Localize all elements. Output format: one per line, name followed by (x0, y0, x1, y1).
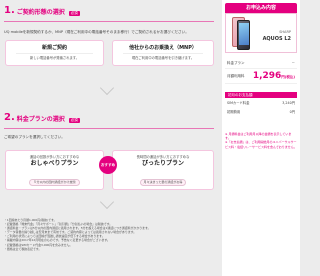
section1-required-badge: 必須 (68, 11, 80, 16)
summary-row-monthly: 月額利用料 1,296円(税込) (225, 69, 297, 84)
oshaberi-feature: ５分以内の国内通話がかけ放題 (29, 179, 80, 186)
chevron-down-icon (96, 200, 120, 208)
summary-notes: ※ 月額料金はご利用月以降の金額を表示しています。 ※「お支払額」は、ご利用開始… (225, 132, 297, 149)
monthly-price: 1,296円(税込) (252, 71, 295, 81)
notes-list: ・1回線あたり月額1,000円(税抜)です。 ・記載価格「端末代金」「月々サポー… (4, 218, 216, 251)
payment-line: 初期費用 0円 (227, 109, 295, 114)
recommend-badge: おすすめ (99, 156, 117, 174)
initial-payment-bar: 初月のお支払額 (225, 92, 297, 98)
order-summary-panel: お申込み内容 SHARP AQUOS L2 料金プラン － 月額利用料 1,29… (222, 0, 300, 276)
section1-title: ご契約形態の選択 (16, 9, 65, 16)
monthly-label: 月額利用料 (227, 73, 245, 78)
new-contract-title: 新規ご契約 (41, 45, 67, 51)
section2-divider (4, 128, 214, 129)
payment-line: SIMカード料金 3,240円 (227, 101, 295, 105)
phone-image (232, 17, 250, 50)
mnp-option[interactable]: 他社からのお乗換え（MNP） 現在ご利用中の電話番号を引き継げます。 (112, 40, 214, 66)
plan-value: － (291, 61, 296, 65)
summary-header: お申込み内容 (225, 3, 297, 13)
section1-divider (4, 21, 214, 22)
section1-header: 1. ご契約形態の選択 必須 (4, 6, 80, 16)
device-model: AQUOS L2 (262, 36, 291, 42)
section2-header: 2. 料金プランの選択 必須 (4, 113, 80, 123)
plan-option-oshaberi[interactable]: 通話の回数が多い方におすすめな おしゃべりプラン ５分以内の国内通話がかけ放題 (5, 150, 104, 190)
main-content: 1. ご契約形態の選択 必須 UQ mobileを新規契約するか、MNP（現在ご… (0, 0, 217, 276)
device-box: SHARP AQUOS L2 (225, 13, 297, 53)
section2-required-badge: 必須 (68, 118, 80, 123)
section2-description: ご希望のプランを選択してください。 (4, 135, 65, 139)
section2-title: 料金プランの選択 (16, 116, 65, 123)
plan-label: 料金プラン (227, 61, 245, 65)
note-item: ・価格は全て税抜表記です。 (4, 246, 42, 251)
new-contract-subtitle: 新しい電話番号が発番されます。 (29, 56, 80, 60)
section1-number: 1. (4, 5, 15, 16)
mnp-subtitle: 現在ご利用中の電話番号を引き継げます。 (131, 56, 195, 60)
section1-description: UQ mobileを新規契約するか、MNP（現在ご利用中の電話番号そのまま移行）… (4, 30, 189, 34)
pittari-feature: 月々決まった量の通話がお得 (139, 179, 187, 186)
plan-option-pittari[interactable]: 長時間の通話が多い方におすすめな ぴったりプラン 月々決まった量の通話がお得 (112, 150, 214, 190)
pittari-plan-name: ぴったりプラン (141, 160, 184, 167)
mnp-title: 他社からのお乗換え（MNP） (129, 45, 197, 51)
card-divider (15, 53, 94, 54)
new-contract-option[interactable]: 新規ご契約 新しい電話番号が発番されます。 (5, 40, 104, 66)
device-maker: SHARP (279, 30, 291, 34)
chevron-down-icon (96, 86, 120, 94)
oshaberi-plan-name: おしゃべりプラン (30, 160, 79, 167)
section2-number: 2. (4, 112, 15, 123)
summary-row-plan: 料金プラン － (225, 59, 297, 69)
card-divider (123, 53, 203, 54)
